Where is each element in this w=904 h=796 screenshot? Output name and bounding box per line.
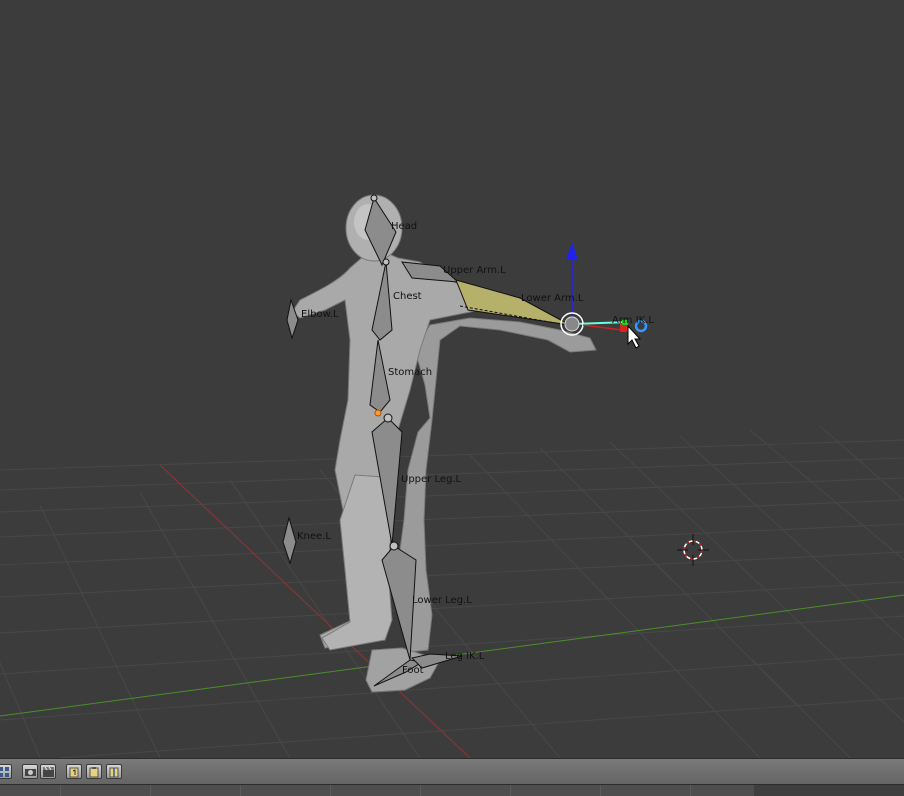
copy-pose-button[interactable] — [66, 764, 82, 779]
render-icon — [25, 769, 36, 776]
timeline-tick — [150, 785, 151, 796]
render-button[interactable] — [22, 764, 38, 779]
3d-cursor-icon[interactable] — [677, 534, 709, 566]
bone-label-arm-ik: Arm IK.L — [612, 315, 654, 326]
timeline-tick — [600, 785, 601, 796]
view-layers-button[interactable] — [0, 764, 12, 779]
viewport-header — [0, 758, 904, 785]
bone-label-head: Head — [391, 221, 418, 232]
bone-label-upper-leg: Upper Leg.L — [401, 474, 462, 485]
bone-label-chest: Chest — [393, 291, 422, 302]
timeline-tick — [330, 785, 331, 796]
3d-viewport[interactable]: Head Upper Arm.L Chest Lower Arm.L Arm I… — [0, 0, 904, 758]
bone-label-lower-leg: Lower Leg.L — [412, 595, 472, 606]
flip-pose-button[interactable] — [106, 764, 122, 779]
timeline-tick — [240, 785, 241, 796]
timeline-strip[interactable] — [0, 784, 904, 796]
viewport-canvas[interactable] — [0, 0, 904, 758]
bone-label-lower-arm: Lower Arm.L — [521, 293, 584, 304]
flip-pose-icon — [109, 767, 119, 778]
bone-label-stomach: Stomach — [388, 367, 433, 378]
bone-label-leg-ik: Leg IK.L — [445, 651, 485, 662]
bone-label-knee: Knee.L — [297, 531, 331, 542]
timeline-tick — [690, 785, 691, 796]
bone-label-elbow: Elbow.L — [301, 309, 339, 320]
timeline-tick — [510, 785, 511, 796]
view-layers-icon — [0, 767, 9, 777]
clapper-icon — [43, 766, 54, 777]
timeline-tick — [60, 785, 61, 796]
z-arrow-icon — [566, 242, 578, 260]
paste-pose-icon — [89, 767, 99, 778]
timeline-tick — [420, 785, 421, 796]
timeline-range-end — [754, 785, 904, 796]
paste-pose-button[interactable] — [86, 764, 102, 779]
animation-render-button[interactable] — [40, 764, 56, 779]
copy-pose-icon — [69, 767, 79, 778]
bone-label-foot: Foot — [402, 665, 424, 676]
bone-label-upper-arm: Upper Arm.L — [443, 265, 506, 276]
